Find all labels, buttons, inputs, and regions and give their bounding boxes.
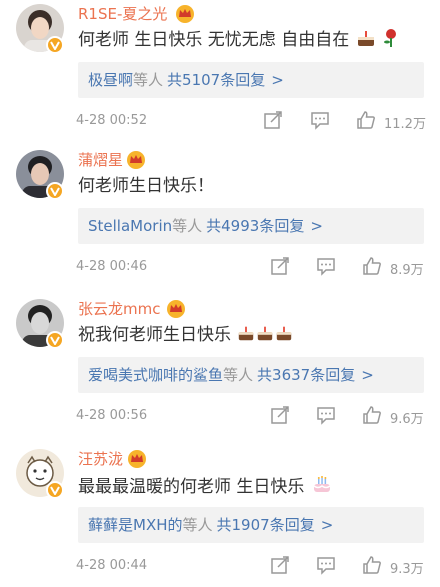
timestamp: 4-28 00:56 (76, 408, 148, 423)
timestamp: 4-28 00:46 (76, 259, 148, 274)
comment-text-content: 何老师生日快乐！ (78, 176, 214, 196)
reply-count[interactable]: 共4993条回复 (206, 217, 304, 235)
reply-count[interactable]: 共1907条回复 (217, 516, 315, 534)
comment-text: 何老师生日快乐！ (78, 174, 214, 198)
like-count: 9.6万 (390, 412, 424, 427)
verified-icon (46, 182, 64, 200)
comment-text: 何老师 生日快乐 无忧无虑 自由自在 (78, 28, 400, 52)
reply-summary[interactable]: StellaMorin等人 共4993条回复 > (78, 208, 424, 244)
username[interactable]: 张云龙mmc (78, 299, 160, 319)
reply-others: 等人 (172, 217, 203, 235)
reply-user[interactable]: 极昼啊 (88, 71, 133, 89)
reply-summary[interactable]: 藓藓是MXH的等人 共1907条回复 > (78, 507, 424, 543)
reply-count[interactable]: 共5107条回复 (167, 71, 265, 89)
chevron-right-icon: > (361, 366, 374, 384)
verified-icon (46, 481, 64, 499)
comment-text: 最最最温暖的何老师 生日快乐 (78, 473, 333, 499)
comment-text-content: 祝我何老师生日快乐 (78, 325, 231, 345)
reply-others: 等人 (133, 71, 164, 89)
rose-icon (384, 29, 397, 47)
comment-icon[interactable] (316, 555, 336, 575)
comment-icon[interactable] (316, 256, 336, 276)
verified-icon (46, 331, 64, 349)
crown-icon (127, 151, 145, 169)
timestamp: 4-28 00:44 (76, 558, 148, 573)
reply-summary[interactable]: 爱喝美式咖啡的鲨鱼等人 共3637条回复 > (78, 357, 424, 393)
crown-icon (167, 300, 185, 318)
timestamp: 4-28 00:52 (76, 113, 148, 128)
username[interactable]: 汪苏泷 (78, 449, 123, 469)
comment-text-content: 最最最温暖的何老师 生日快乐 (78, 477, 305, 497)
reply-count[interactable]: 共3637条回复 (257, 366, 355, 384)
like-icon[interactable] (362, 405, 382, 425)
cake-icon (277, 326, 292, 341)
crown-icon (128, 450, 146, 468)
cake-icon (258, 326, 273, 341)
cake-icon (239, 326, 254, 341)
crown-icon (176, 5, 194, 23)
share-icon[interactable] (270, 405, 290, 425)
reply-summary[interactable]: 极昼啊等人 共5107条回复 > (78, 62, 424, 98)
reply-others: 等人 (182, 516, 213, 534)
reply-others: 等人 (223, 366, 254, 384)
chevron-right-icon: > (310, 217, 323, 235)
comment-text: 祝我何老师生日快乐 (78, 323, 293, 347)
like-count: 11.2万 (384, 117, 426, 132)
like-icon[interactable] (362, 256, 382, 276)
share-icon[interactable] (263, 110, 283, 130)
share-icon[interactable] (270, 256, 290, 276)
like-count: 8.9万 (390, 263, 424, 278)
reply-user[interactable]: 爱喝美式咖啡的鲨鱼 (88, 366, 223, 384)
username[interactable]: R1SE-夏之光 (78, 4, 167, 24)
reply-user[interactable]: 藓藓是MXH的 (88, 516, 183, 534)
verified-icon (46, 36, 64, 54)
chevron-right-icon: > (320, 516, 334, 534)
like-icon[interactable] (362, 555, 382, 575)
comment-text-content: 何老师 生日快乐 无忧无虑 自由自在 (78, 30, 350, 50)
cake-icon (357, 31, 374, 46)
comment-icon[interactable] (310, 110, 330, 130)
share-icon[interactable] (270, 555, 290, 575)
comment-icon[interactable] (316, 405, 336, 425)
like-count: 9.3万 (390, 562, 424, 577)
chevron-right-icon: > (271, 71, 284, 89)
like-icon[interactable] (356, 110, 376, 130)
birthday-cake-icon (313, 476, 331, 492)
username[interactable]: 蒲熠星 (78, 150, 123, 170)
reply-user[interactable]: StellaMorin (88, 217, 172, 235)
